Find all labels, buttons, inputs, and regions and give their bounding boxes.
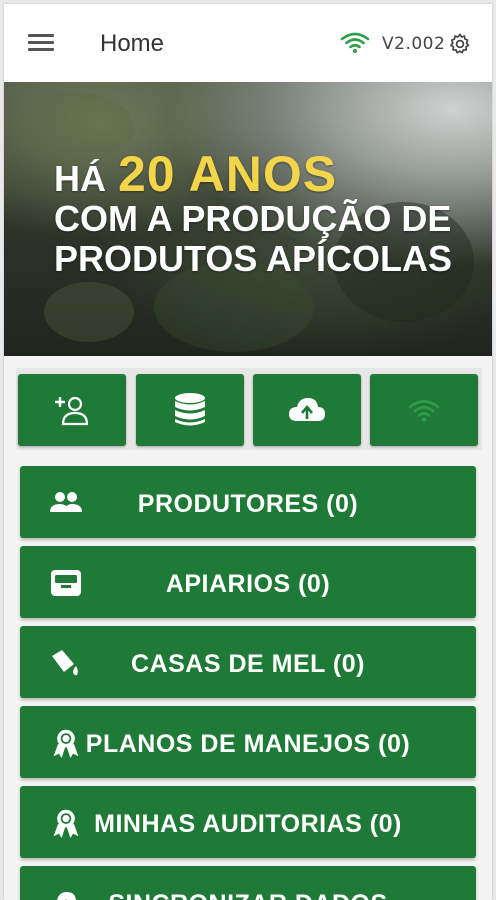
add-user-icon [55,396,89,426]
menu-casas-de-mel-button[interactable]: CASAS DE MEL (0) [20,626,476,698]
hero-headline: HÁ 20 ANOS COM A PRODUÇÃO DE PRODUTOS AP… [54,146,453,279]
upload-button[interactable] [253,374,361,446]
menu-sincronizar-dados-button[interactable]: SINCRONIZAR DADOS [20,866,476,900]
menu-label: CASAS DE MEL (0) [131,650,365,678]
menu-label: PLANOS DE MANEJOS (0) [85,730,411,758]
app-frame: Home V2.002 HÁ 20 ANOS COM A PRODUÇÃO DE [4,4,492,900]
hero-line-3: PRODUTOS APÍCOLAS [54,238,453,279]
menu-label: SINCRONIZAR DADOS [20,890,476,900]
hero-line-2: COM A PRODUÇÃO DE [54,198,452,239]
page-title: Home [100,30,165,57]
menu-label: PRODUTORES (0) [137,490,359,518]
menu-apiarios-button[interactable]: APIARIOS (0) [20,546,476,618]
quick-actions-bar [16,368,482,450]
menu-planos-de-manejos-button[interactable]: PLANOS DE MANEJOS (0) [20,706,476,778]
app-bar: Home V2.002 [4,4,492,82]
wifi-icon [408,400,440,422]
add-producer-button[interactable] [18,374,126,446]
menu-label: APIARIOS (0) [165,570,331,598]
connection-status-button[interactable] [370,374,478,446]
hero-prefix: HÁ [54,158,106,199]
cloud-upload-icon [289,398,325,421]
hamburger-menu-icon[interactable] [28,34,54,52]
hero-accent-text: 20 ANOS [118,146,338,202]
app-version: V2.002 [382,34,446,54]
wifi-icon [340,32,370,53]
gear-icon[interactable] [448,32,472,56]
menu-produtores-button[interactable]: PRODUTORES (0) [20,466,476,538]
database-icon [175,393,205,426]
menu-minhas-auditorias-button[interactable]: MINHAS AUDITORIAS (0) [20,786,476,858]
hero-banner: HÁ 20 ANOS COM A PRODUÇÃO DE PRODUTOS AP… [4,82,492,356]
database-button[interactable] [136,374,244,446]
menu-label: MINHAS AUDITORIAS (0) [94,810,402,838]
